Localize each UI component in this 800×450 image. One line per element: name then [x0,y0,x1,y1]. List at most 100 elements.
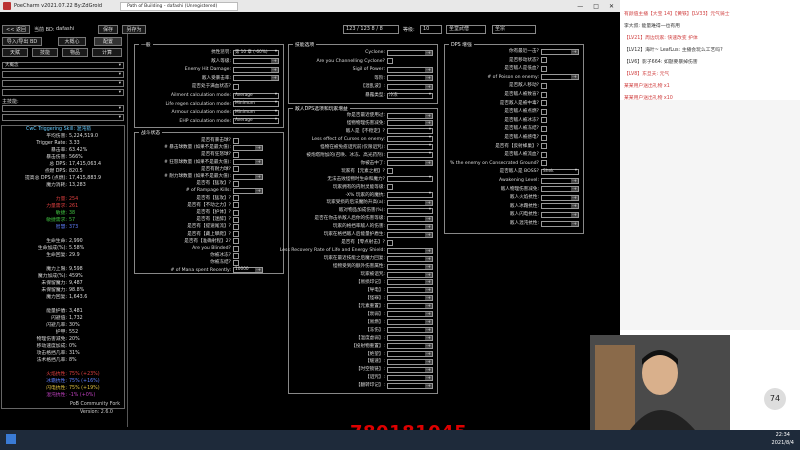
config-number-input[interactable] [387,382,433,389]
config-checkbox[interactable] [541,160,547,167]
tab-calcs[interactable]: 计算 [92,48,122,57]
config-checkbox[interactable] [541,57,547,64]
config-checkbox[interactable] [387,184,393,191]
config-checkbox[interactable] [233,238,239,245]
config-number-input[interactable] [233,173,263,180]
config-checkbox[interactable] [541,100,547,107]
config-dropdown[interactable]: Average [233,92,279,99]
config-number-input[interactable] [233,66,279,73]
skillset-select[interactable]: 大概念 [2,62,124,69]
config-checkbox[interactable] [233,202,239,209]
config-dropdown[interactable]: Average [233,118,279,125]
back-button[interactable]: << 返回 [2,25,30,34]
config-checkbox[interactable] [233,151,239,158]
config-checkbox[interactable] [541,91,547,98]
config-number-input[interactable] [387,66,433,73]
config-number-input[interactable] [387,223,433,230]
config-checkbox[interactable] [541,108,547,115]
config-dropdown[interactable] [387,192,433,198]
config-number-input[interactable] [387,83,433,90]
config-number-input[interactable] [387,343,433,350]
tab-items[interactable]: 物品 [62,48,88,57]
config-dropdown[interactable] [387,128,433,135]
config-number-input[interactable] [387,279,433,286]
config-number-input[interactable] [541,203,579,210]
ascendancy-select[interactable]: 圣宗 [492,25,536,34]
config-number-input[interactable] [387,120,433,127]
config-dropdown[interactable]: 第 10 章 (-60%) [233,49,279,56]
config-checkbox[interactable] [233,216,239,223]
tab-tree[interactable]: 天赋 [2,48,28,57]
config-checkbox[interactable] [541,65,547,72]
config-number-input[interactable] [541,177,579,184]
config-dropdown[interactable]: 冷冻 [387,92,433,99]
config-checkbox[interactable] [233,231,239,238]
config-dropdown[interactable] [387,176,433,183]
dropdown-4[interactable] [2,89,124,96]
config-checkbox[interactable] [233,209,239,216]
tab-skills[interactable]: 技能 [32,48,58,57]
config-number-input[interactable] [387,287,433,294]
config-number-input[interactable] [387,303,433,310]
config-checkbox[interactable] [233,83,239,90]
config-checkbox[interactable] [387,168,393,175]
config-checkbox[interactable] [233,180,239,187]
import-export-button[interactable]: 导入/导出 BD [2,37,42,46]
dropdown-2[interactable] [2,71,124,78]
minimize-icon[interactable]: — [577,3,583,10]
save-as-button[interactable]: 另存为 [122,25,146,34]
config-number-input[interactable] [233,159,263,166]
config-number-input[interactable] [387,335,433,342]
config-dropdown[interactable] [387,207,433,214]
config-number-input[interactable] [233,187,263,194]
config-dropdown[interactable] [387,144,433,151]
tab-config[interactable]: 配置 [94,37,122,46]
config-number-input[interactable] [387,319,433,326]
config-number-input[interactable] [541,220,579,227]
config-checkbox[interactable] [541,117,547,124]
config-number-input[interactable] [541,74,579,81]
save-button[interactable]: 保存 [98,25,118,34]
config-checkbox[interactable] [541,151,547,158]
config-number-input[interactable] [387,263,433,270]
config-checkbox[interactable] [233,223,239,230]
config-number-input[interactable]: 10000 [233,267,263,274]
config-checkbox[interactable] [233,166,239,173]
config-number-input[interactable] [387,255,433,262]
config-number-input[interactable] [387,327,433,334]
config-number-input[interactable] [541,48,579,55]
config-number-input[interactable] [387,271,433,278]
config-dropdown[interactable]: Shek [541,168,579,175]
config-dropdown[interactable]: Minimum [233,109,279,116]
config-checkbox[interactable] [233,137,239,144]
config-checkbox[interactable] [541,134,547,141]
config-number-input[interactable] [387,295,433,302]
config-checkbox[interactable] [233,195,239,202]
window-tab[interactable]: Path of Building - dafashi (Unregistered… [120,1,239,11]
config-dropdown[interactable] [387,152,433,159]
config-checkbox[interactable] [233,259,239,266]
config-number-input[interactable] [541,186,579,193]
class-select[interactable]: 圣堂武僧 [446,25,486,34]
notes-button[interactable]: 大概心 [58,37,86,46]
config-number-input[interactable] [387,247,433,254]
config-checkbox[interactable] [387,239,393,246]
config-number-input[interactable] [387,160,433,167]
config-checkbox[interactable] [233,252,239,259]
config-dropdown[interactable]: Minimum [233,101,279,108]
dropdown-3[interactable] [2,80,124,87]
close-icon[interactable]: ✕ [609,3,614,10]
config-checkbox[interactable] [233,245,239,252]
config-number-input[interactable] [387,49,433,56]
config-number-input[interactable] [387,374,433,381]
config-number-input[interactable] [387,215,433,222]
config-number-input[interactable] [387,75,433,82]
config-checkbox[interactable] [541,82,547,89]
start-icon[interactable] [6,434,16,444]
config-number-input[interactable] [387,351,433,357]
config-number-input[interactable] [387,231,433,238]
config-number-input[interactable] [233,144,263,151]
config-number-input[interactable] [233,58,279,65]
config-number-input[interactable] [541,211,579,218]
config-number-input[interactable] [387,199,433,206]
